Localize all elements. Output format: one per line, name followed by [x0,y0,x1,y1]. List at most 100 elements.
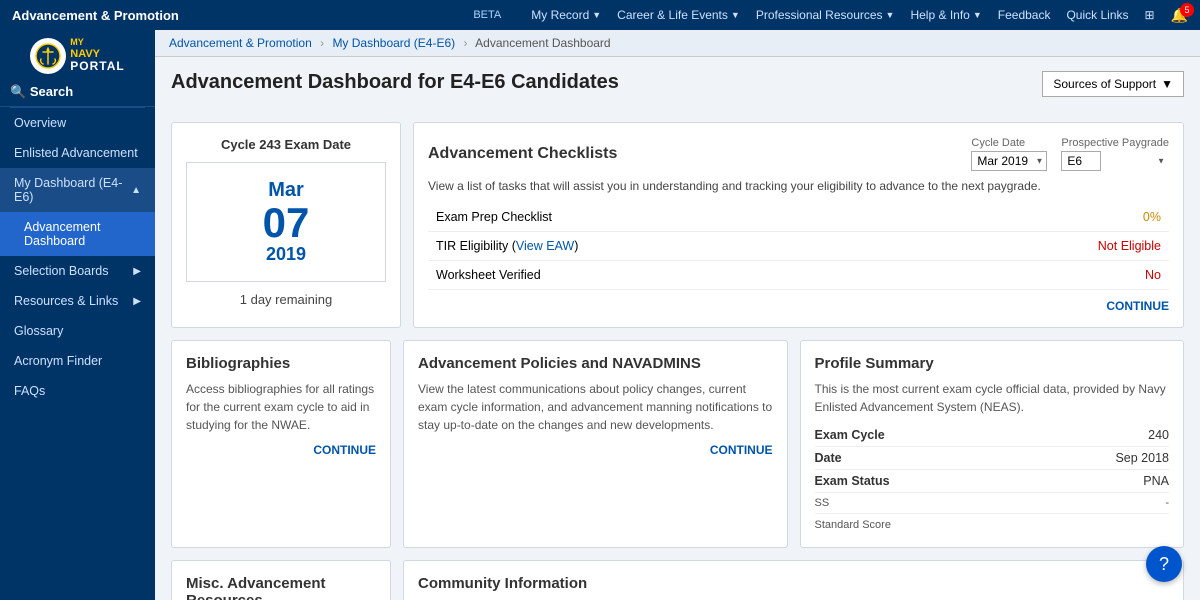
notifications-bell[interactable]: 🔔 5 [1171,7,1188,24]
profile-row-exam-cycle: Exam Cycle 240 [815,424,1170,447]
checklists-continue[interactable]: CONTINUE [1106,299,1169,313]
professional-resources-link[interactable]: Professional Resources ▼ [756,8,895,22]
sidebar-item-acronym[interactable]: Acronym Finder [0,346,155,376]
checklist-row-prep: Exam Prep Checklist 0% [428,203,1169,232]
checklist-prep-status: 0% [922,203,1169,232]
cycle-date-box: Mar 07 2019 [186,162,386,282]
career-chevron-icon: ▼ [731,10,740,20]
profile-ss-label: SS [815,497,830,509]
sidebar-item-faqs[interactable]: FAQs [0,376,155,406]
profile-row-ss: SS - [815,493,1170,514]
sidebar-item-dashboard[interactable]: My Dashboard (E4-E6) ▲ [0,168,155,212]
policies-body: View the latest communications about pol… [418,380,773,434]
notification-count: 5 [1180,3,1194,17]
view-eaw-link[interactable]: View EAW [516,239,574,253]
checklist-worksheet-status: No [922,261,1169,290]
feedback-link[interactable]: Feedback [998,8,1051,22]
bibliographies-card: Bibliographies Access bibliographies for… [171,340,391,548]
policies-continue[interactable]: CONTINUE [710,443,773,457]
profile-card: Profile Summary This is the most current… [800,340,1185,548]
checklist-row-worksheet: Worksheet Verified No [428,261,1169,290]
breadcrumb-adv-promotion[interactable]: Advancement & Promotion [169,36,312,50]
checklists-card: Advancement Checklists Cycle Date Mar 20… [413,122,1184,328]
checklist-table: Exam Prep Checklist 0% TIR Eligibility (… [428,203,1169,290]
cycle-date-label: Cycle Date [971,137,1047,149]
checklists-header: Advancement Checklists Cycle Date Mar 20… [428,137,1169,171]
sidebar: MY NAVY PORTAL 🔍 Search Overview Enliste… [0,30,155,600]
help-info-link[interactable]: Help & Info ▼ [910,8,981,22]
my-record-chevron-icon: ▼ [592,10,601,20]
policies-title: Advancement Policies and NAVADMINS [418,355,773,372]
checklist-worksheet-label: Worksheet Verified [428,261,922,290]
sidebar-navigation: Overview Enlisted Advancement My Dashboa… [0,108,155,600]
breadcrumb: Advancement & Promotion › My Dashboard (… [155,30,1200,57]
content-area: Advancement & Promotion › My Dashboard (… [155,30,1200,600]
checklist-prep-label: Exam Prep Checklist [428,203,922,232]
checklists-footer: CONTINUE [428,298,1169,313]
profile-exam-cycle-value: 240 [1148,428,1169,442]
cards-row-2: Bibliographies Access bibliographies for… [171,340,1184,548]
profile-date-value: Sep 2018 [1115,451,1169,465]
profile-row-date: Date Sep 2018 [815,447,1170,470]
page-title-row: Advancement Dashboard for E4-E6 Candidat… [171,71,1184,108]
bibliographies-continue[interactable]: CONTINUE [313,443,376,457]
cycle-card-title: Cycle 243 Exam Date [186,137,386,152]
sidebar-logo: MY NAVY PORTAL [0,30,155,78]
help-chevron-icon: ▼ [973,10,982,20]
profile-status-value: PNA [1143,474,1169,488]
community-title: Community Information [418,575,1169,592]
quick-links-link[interactable]: Quick Links [1066,8,1128,22]
misc-card: Misc. Advancement Resources View valuabl… [171,560,391,600]
selection-chevron-icon: ▶ [133,266,141,277]
sources-chevron-icon: ▼ [1161,77,1173,91]
bibliographies-footer: CONTINUE [186,442,376,457]
my-record-link[interactable]: My Record ▼ [531,8,601,22]
sidebar-item-selection[interactable]: Selection Boards ▶ [0,256,155,286]
sources-of-support-button[interactable]: Sources of Support ▼ [1042,71,1184,97]
bibliographies-title: Bibliographies [186,355,376,372]
paygrade-label: Prospective Paygrade [1061,137,1169,149]
profile-status-label: Exam Status [815,474,890,488]
cycle-date-card: Cycle 243 Exam Date Mar 07 2019 1 day re… [171,122,401,328]
profile-row-standard-score: Standard Score [815,514,1170,533]
checklist-tir-label: TIR Eligibility (View EAW) [428,232,922,261]
resources-chevron-icon: ▶ [133,296,141,307]
cycle-day: 07 [197,202,375,244]
expand-icon[interactable]: ⊞ [1145,8,1155,22]
breadcrumb-sep-2: › [464,36,468,50]
help-button[interactable]: ? [1146,546,1182,582]
cards-row-3: Misc. Advancement Resources View valuabl… [171,560,1184,600]
help-icon: ? [1159,554,1169,575]
cycle-year: 2019 [197,244,375,265]
sidebar-item-overview[interactable]: Overview [0,108,155,138]
sidebar-item-resources[interactable]: Resources & Links ▶ [0,286,155,316]
profile-standard-score-label: Standard Score [815,519,891,531]
community-card: Community Information [403,560,1184,600]
profile-title: Profile Summary [815,355,1170,372]
policies-card: Advancement Policies and NAVADMINS View … [403,340,788,548]
cycle-date-select-wrapper: Mar 2019 [971,151,1047,171]
profile-ss-value: - [1165,497,1169,509]
search-icon: 🔍 [10,84,26,99]
cycle-date-select[interactable]: Mar 2019 [971,151,1047,171]
profile-description: This is the most current exam cycle offi… [815,380,1170,416]
profile-exam-cycle-label: Exam Cycle [815,428,885,442]
bibliographies-body: Access bibliographies for all ratings fo… [186,380,376,434]
checklists-controls: Cycle Date Mar 2019 Prospective Paygrade [971,137,1169,171]
breadcrumb-dashboard[interactable]: My Dashboard (E4-E6) [332,36,455,50]
sidebar-item-enlisted[interactable]: Enlisted Advancement [0,138,155,168]
sidebar-item-glossary[interactable]: Glossary [0,316,155,346]
cards-row-1: Cycle 243 Exam Date Mar 07 2019 1 day re… [171,122,1184,328]
paygrade-select[interactable]: E6 [1061,151,1101,171]
navy-anchor-icon [35,43,61,69]
top-navigation: Advancement & Promotion BETA My Record ▼… [0,0,1200,30]
page-title: Advancement Dashboard for E4-E6 Candidat… [171,71,619,94]
checklist-row-tir: TIR Eligibility (View EAW) Not Eligible [428,232,1169,261]
sidebar-item-adv-dashboard[interactable]: Advancement Dashboard [0,212,155,256]
beta-badge: BETA [473,9,501,21]
career-life-link[interactable]: Career & Life Events ▼ [617,8,740,22]
cycle-date-control: Cycle Date Mar 2019 [971,137,1047,171]
paygrade-select-wrapper: E6 [1061,151,1169,171]
checklists-title: Advancement Checklists [428,145,617,163]
search-item[interactable]: 🔍 Search [0,78,155,107]
